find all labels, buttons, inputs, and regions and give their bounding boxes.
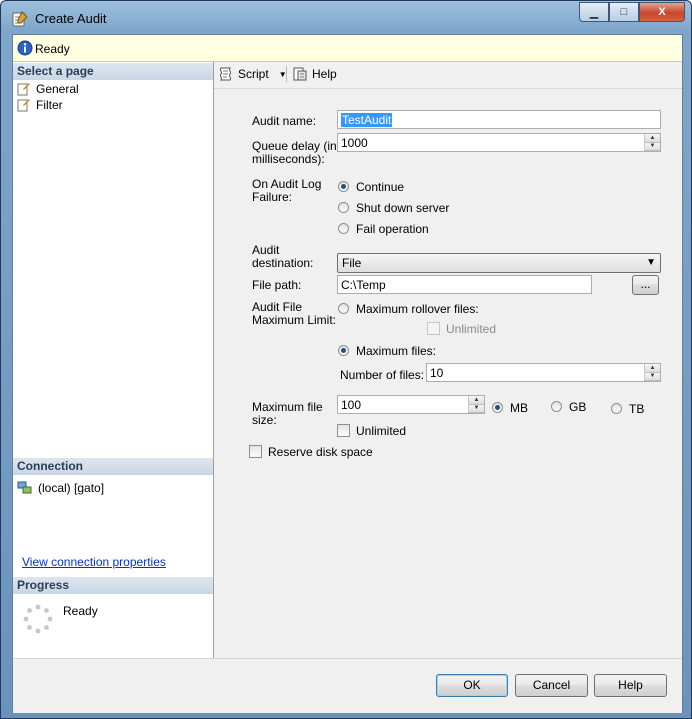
queue-delay-label-line2: milliseconds): — [252, 152, 325, 166]
script-icon — [219, 67, 232, 81]
page-item-filter[interactable]: Filter — [17, 97, 63, 113]
progress-header: Progress — [13, 577, 213, 594]
queue-delay-value: 1000 — [341, 136, 368, 150]
dialog-client-area: Ready Select a page General Filter Conne… — [12, 34, 683, 713]
audit-destination-select[interactable]: File ▼ — [337, 253, 661, 273]
max-file-size-value: 100 — [341, 398, 362, 412]
cancel-button[interactable]: Cancel — [515, 674, 588, 697]
ok-button[interactable]: OK — [436, 674, 508, 697]
max-file-size-input[interactable]: 100 ▲ ▼ — [337, 395, 485, 414]
number-of-files-spinner[interactable]: ▲ ▼ — [644, 364, 660, 381]
audit-name-value: TestAudit — [341, 113, 393, 127]
page-item-label: Filter — [36, 98, 63, 112]
size-unit-tb-radio[interactable] — [611, 403, 622, 414]
status-text: Ready — [35, 42, 70, 56]
script-button[interactable]: Script ▼ — [218, 66, 287, 82]
help-label: Help — [312, 67, 337, 81]
spin-down-icon[interactable]: ▼ — [645, 142, 660, 151]
size-unit-gb-radio[interactable] — [551, 401, 562, 412]
reserve-disk-label[interactable]: Reserve disk space — [268, 446, 373, 459]
spin-up-icon[interactable]: ▲ — [645, 364, 660, 373]
failure-shutdown-radio[interactable] — [338, 202, 349, 213]
max-file-size-label-line2: size: — [252, 413, 277, 427]
queue-delay-input[interactable]: 1000 ▲ ▼ — [337, 133, 661, 152]
minimize-button[interactable]: ▁ — [579, 2, 609, 22]
size-unit-mb-label[interactable]: MB — [510, 402, 528, 415]
unlimited-size-label[interactable]: Unlimited — [356, 425, 406, 438]
spin-down-icon[interactable]: ▼ — [645, 372, 660, 381]
help-toolbar-button[interactable]: Help — [292, 66, 337, 82]
connection-label: (local) [gato] — [38, 481, 105, 495]
file-path-label: File path: — [252, 278, 302, 292]
create-audit-window: Create Audit ▁ □ X Ready Select a page G… — [0, 0, 692, 719]
wrench-page-icon — [17, 83, 30, 96]
script-label: Script — [238, 67, 269, 81]
unlimited-size-checkbox[interactable] — [337, 424, 350, 437]
size-unit-gb-label[interactable]: GB — [569, 401, 586, 414]
help-button[interactable]: Help — [594, 674, 667, 697]
on-failure-label-line2: Failure: — [252, 190, 293, 204]
reserve-disk-checkbox[interactable] — [249, 445, 262, 458]
wrench-page-icon — [17, 99, 30, 112]
browse-button[interactable]: ... — [632, 275, 659, 295]
caption-buttons: ▁ □ X — [579, 2, 685, 22]
help-book-icon — [293, 67, 307, 81]
failure-shutdown-label[interactable]: Shut down server — [356, 202, 449, 215]
max-limit-label-line2: Maximum Limit: — [252, 313, 337, 327]
queue-delay-spinner[interactable]: ▲ ▼ — [644, 134, 660, 151]
chevron-down-icon: ▼ — [646, 257, 656, 268]
size-unit-mb-radio[interactable] — [492, 402, 503, 413]
progress-status: Ready — [63, 604, 98, 618]
number-of-files-label: Number of files: — [340, 368, 425, 382]
max-rollover-label[interactable]: Maximum rollover files: — [356, 303, 479, 316]
page-item-label: General — [36, 82, 79, 96]
connection-header: Connection — [13, 458, 213, 475]
file-path-value: C:\Temp — [341, 278, 386, 292]
view-connection-properties-link[interactable]: View connection properties — [22, 555, 166, 569]
failure-fail-operation-label[interactable]: Fail operation — [356, 223, 429, 236]
info-icon — [17, 40, 33, 56]
title-bar[interactable]: Create Audit ▁ □ X — [1, 1, 691, 35]
progress-spinner-icon — [23, 604, 53, 634]
server-connection-icon — [17, 481, 32, 494]
failure-continue-label[interactable]: Continue — [356, 181, 404, 194]
number-of-files-value: 10 — [430, 366, 444, 380]
max-rollover-radio[interactable] — [338, 303, 349, 314]
connection-item: (local) [gato] — [17, 480, 104, 496]
close-button[interactable]: X — [639, 2, 685, 22]
max-files-label[interactable]: Maximum files: — [356, 345, 436, 358]
unlimited-rollover-label: Unlimited — [446, 322, 497, 336]
left-pane: Select a page General Filter Connection — [13, 62, 214, 658]
max-files-radio[interactable] — [338, 345, 349, 356]
maximize-button[interactable]: □ — [609, 2, 639, 22]
select-page-header: Select a page — [13, 63, 213, 80]
spin-up-icon[interactable]: ▲ — [645, 134, 660, 143]
audit-icon — [12, 11, 28, 27]
audit-destination-label-line2: destination: — [252, 256, 314, 270]
status-bar: Ready — [13, 35, 682, 62]
audit-name-label: Audit name: — [252, 114, 317, 128]
page-item-general[interactable]: General — [17, 81, 79, 97]
toolbar: Script ▼ Help — [214, 62, 682, 89]
number-of-files-input[interactable]: 10 ▲ ▼ — [426, 363, 661, 382]
spin-up-icon[interactable]: ▲ — [469, 396, 484, 405]
spin-down-icon[interactable]: ▼ — [469, 404, 484, 413]
toolbar-separator — [286, 66, 287, 82]
failure-continue-radio[interactable] — [338, 181, 349, 192]
dialog-footer: OK Cancel Help — [13, 658, 682, 713]
window-title: Create Audit — [35, 11, 107, 26]
failure-fail-operation-radio[interactable] — [338, 223, 349, 234]
max-file-size-spinner[interactable]: ▲ ▼ — [468, 396, 484, 413]
unlimited-rollover-checkbox[interactable] — [427, 322, 440, 335]
audit-name-input[interactable]: TestAudit — [337, 110, 661, 129]
size-unit-tb-label[interactable]: TB — [629, 403, 644, 416]
file-path-input[interactable]: C:\Temp — [337, 275, 592, 294]
audit-destination-value: File — [342, 256, 362, 270]
